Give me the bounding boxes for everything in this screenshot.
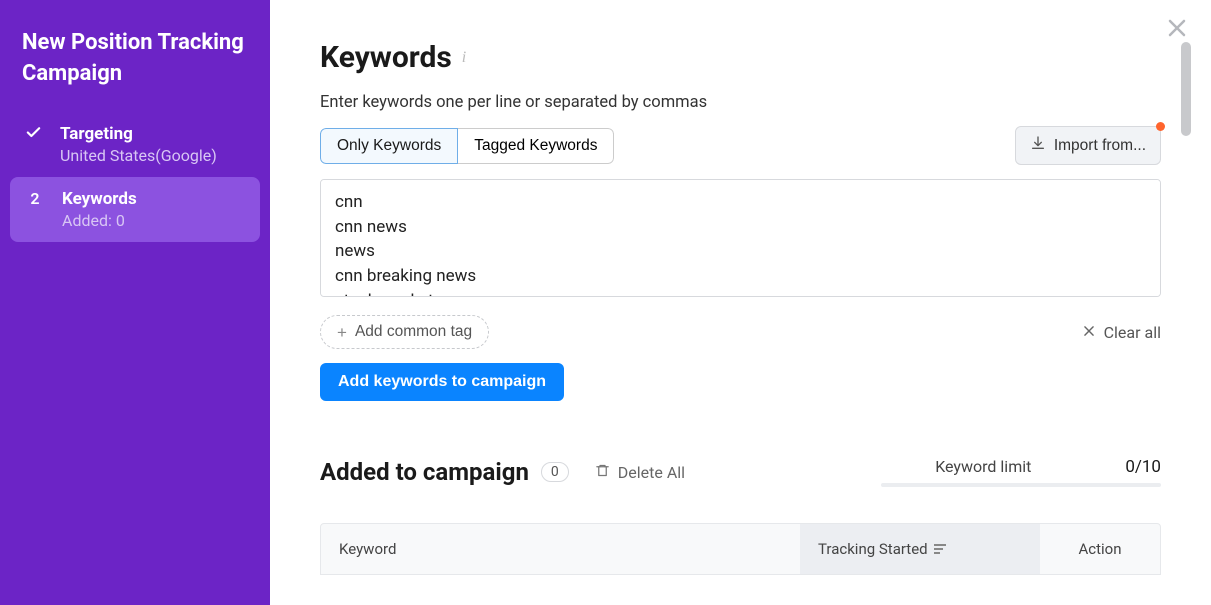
keywords-textarea[interactable] (320, 179, 1161, 297)
scrollbar[interactable] (1181, 42, 1191, 502)
info-icon[interactable]: i (462, 49, 466, 67)
keyword-limit-block: Keyword limit 0/10 (881, 457, 1161, 487)
th-tracking-started[interactable]: Tracking Started (800, 524, 1040, 574)
scrollbar-thumb[interactable] (1181, 42, 1191, 136)
limit-label: Keyword limit (935, 457, 1031, 476)
page-title: Keywords (320, 40, 452, 75)
sort-desc-icon (934, 544, 946, 554)
step-number: 2 (24, 189, 46, 208)
tab-only-keywords[interactable]: Only Keywords (320, 128, 458, 164)
notification-dot (1156, 122, 1165, 131)
th-keyword[interactable]: Keyword (321, 524, 800, 574)
import-label: Import from... (1054, 137, 1146, 155)
step-label: Keywords (62, 189, 137, 209)
tab-group: Only Keywords Tagged Keywords (320, 128, 614, 164)
tab-tagged-keywords[interactable]: Tagged Keywords (458, 128, 614, 164)
clear-all-button[interactable]: Clear all (1082, 323, 1161, 342)
th-tracking-label: Tracking Started (818, 540, 928, 558)
delete-all-label: Delete All (618, 463, 685, 482)
add-keywords-button[interactable]: Add keywords to campaign (320, 363, 564, 401)
trash-icon (595, 463, 610, 482)
delete-all-button[interactable]: Delete All (595, 463, 685, 482)
check-icon (22, 124, 44, 141)
step-targeting[interactable]: Targeting United States(Google) (0, 112, 270, 177)
main-panel: Keywords i Enter keywords one per line o… (270, 0, 1211, 605)
wizard-sidebar: New Position Tracking Campaign Targeting… (0, 0, 270, 605)
limit-progress-bar (881, 483, 1161, 487)
added-title: Added to campaign (320, 458, 529, 486)
step-sub: Added: 0 (62, 211, 137, 230)
import-from-button[interactable]: Import from... (1015, 126, 1161, 165)
plus-icon: + (337, 324, 347, 341)
th-action: Action (1040, 524, 1160, 574)
clear-all-label: Clear all (1104, 323, 1161, 342)
table-header: Keyword Tracking Started Action (320, 523, 1161, 575)
add-common-tag-button[interactable]: + Add common tag (320, 315, 489, 349)
download-icon (1030, 135, 1046, 156)
step-label: Targeting (60, 124, 217, 144)
step-sub: United States(Google) (60, 146, 217, 165)
add-tag-label: Add common tag (355, 323, 472, 341)
sidebar-title: New Position Tracking Campaign (0, 28, 270, 112)
close-button[interactable] (1165, 16, 1193, 44)
added-count-pill: 0 (541, 462, 569, 482)
page-subtitle: Enter keywords one per line or separated… (320, 93, 1161, 112)
step-keywords[interactable]: 2 Keywords Added: 0 (10, 177, 260, 242)
close-icon (1082, 323, 1096, 342)
limit-value: 0/10 (1125, 457, 1161, 477)
